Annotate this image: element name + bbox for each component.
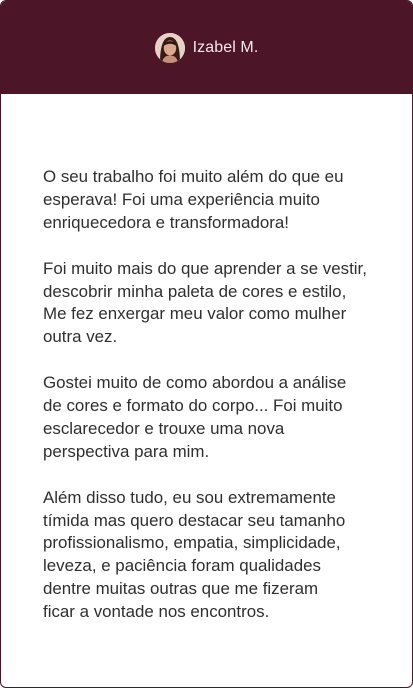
testimonial-paragraph-3: Gostei muito de como abordou a análise d… [43, 373, 347, 461]
testimonial-header: Izabel M. [1, 1, 412, 94]
avatar [154, 32, 185, 63]
user-photo-avatar-icon [154, 32, 185, 63]
testimonial-card: Izabel M. O seu trabalho foi muito além … [0, 0, 413, 688]
testimonial-paragraph-2: Foi muito mais do que aprender a se vest… [43, 258, 367, 347]
testimonial-body: O seu trabalho foi muito além do que eu … [1, 94, 412, 624]
testimonial-paragraph-1: O seu trabalho foi muito além do que eu … [43, 167, 344, 232]
reviewer-name: Izabel M. [192, 38, 259, 56]
testimonial-paragraph-4: Além disso tudo, eu sou extremamente tím… [43, 487, 346, 622]
